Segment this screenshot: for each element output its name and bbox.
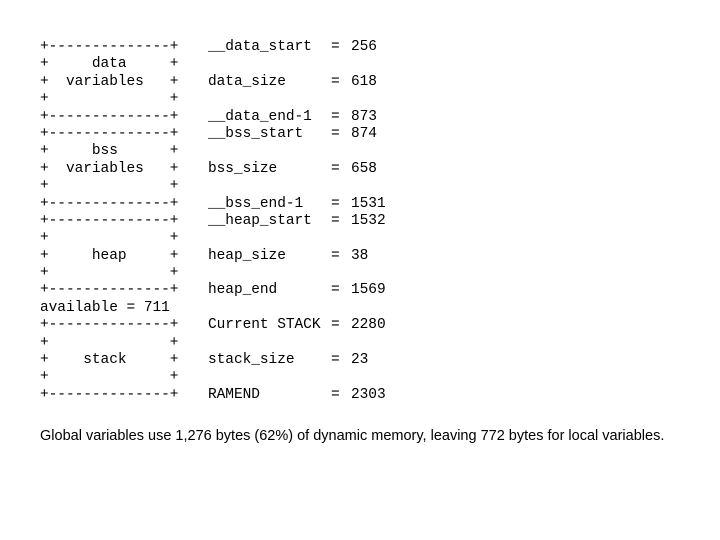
memory-map-symbol-value: 38 xyxy=(351,247,369,264)
memory-map-row: +--------------+ Current STACK = 2280 xyxy=(40,317,386,334)
memory-map-diagram-cell: +--------------+ xyxy=(40,212,179,229)
memory-map-row: + stack + stack_size = 23 xyxy=(40,352,386,369)
memory-map-symbol-label: heap_end xyxy=(208,282,278,299)
memory-map-symbol-label: __bss_end-1 xyxy=(208,195,304,212)
memory-map-row: + + xyxy=(40,91,386,108)
memory-map-symbol-value: 2280 xyxy=(351,317,386,334)
memory-map-symbol-label: RAMEND xyxy=(208,386,260,403)
memory-map-symbol-value: 1531 xyxy=(351,195,386,212)
memory-map-row: +--------------+ heap_end = 1569 xyxy=(40,282,386,299)
memory-map-symbol-value: 2303 xyxy=(351,386,386,403)
memory-map-symbol-label: __heap_start xyxy=(208,212,312,229)
memory-map-diagram-cell: + heap + xyxy=(40,247,179,264)
memory-map-symbol-value: 1532 xyxy=(351,212,386,229)
memory-map-diagram-cell: + + xyxy=(40,178,179,195)
memory-map-row: +--------------+ __data_end-1 = 873 xyxy=(40,109,386,126)
memory-map-symbol-label: __data_end-1 xyxy=(208,108,312,125)
memory-map-diagram-cell: + bss + xyxy=(40,143,179,160)
memory-map-symbol-value: 874 xyxy=(351,125,377,142)
memory-map-row: + + xyxy=(40,335,386,352)
memory-map-row: + data + xyxy=(40,56,386,73)
memory-map-row: +--------------+ __bss_start = 874 xyxy=(40,126,386,143)
memory-map-diagram-cell: +--------------+ xyxy=(40,195,179,212)
memory-map-equals-sign: = xyxy=(331,39,340,55)
memory-map-symbol-label: heap_size xyxy=(208,247,286,264)
memory-map-row: + + xyxy=(40,178,386,195)
memory-map-row: +--------------+ __heap_start = 1532 xyxy=(40,213,386,230)
memory-map-diagram-cell: + variables + xyxy=(40,160,179,177)
memory-map-equals-sign: = xyxy=(331,386,340,403)
memory-map-diagram-cell: + + xyxy=(40,91,179,108)
memory-map-symbol-value: 23 xyxy=(351,352,369,369)
memory-map-equals-sign: = xyxy=(331,125,340,142)
memory-map-symbol-label: stack_size xyxy=(208,352,295,369)
memory-map-row: + + xyxy=(40,265,386,282)
memory-map-diagram-cell: + + xyxy=(40,230,179,247)
memory-map-equals-sign: = xyxy=(331,108,340,125)
memory-map-row: +--------------+ __data_start = 256 xyxy=(40,39,386,56)
memory-map-symbol-value: 873 xyxy=(351,108,377,125)
ascii-memory-map: +--------------+ __data_start = 256 + data +… xyxy=(40,39,386,404)
memory-map-diagram-cell: + + xyxy=(40,265,179,282)
memory-map-diagram-cell: + + xyxy=(40,369,179,386)
memory-map-equals-sign: = xyxy=(331,73,340,90)
memory-summary-text: Global variables use 1,276 bytes (62%) o… xyxy=(40,428,665,444)
memory-map-row: + variables + bss_size = 658 xyxy=(40,161,386,178)
memory-map-row: +--------------+ __bss_end-1 = 1531 xyxy=(40,196,386,213)
memory-map-diagram-cell: + + xyxy=(40,334,179,351)
memory-map-diagram-cell: +--------------+ xyxy=(40,125,179,142)
memory-map-symbol-label: __data_start xyxy=(208,39,312,55)
memory-map-row: + + xyxy=(40,369,386,386)
memory-map-equals-sign: = xyxy=(331,212,340,229)
memory-map-symbol-label: Current STACK xyxy=(208,317,321,334)
memory-map-equals-sign: = xyxy=(331,282,340,299)
memory-map-row: +--------------+ RAMEND = 2303 xyxy=(40,387,386,404)
memory-map-available-line: available = 711 xyxy=(40,299,170,316)
memory-map-symbol-value: 618 xyxy=(351,73,377,90)
memory-map-equals-sign: = xyxy=(331,195,340,212)
memory-map-symbol-label: bss_size xyxy=(208,160,278,177)
memory-map-diagram-cell: + variables + xyxy=(40,73,179,90)
memory-map-diagram-cell: +--------------+ xyxy=(40,282,179,299)
memory-map-diagram-cell: +--------------+ xyxy=(40,317,179,334)
memory-map-row: + bss + xyxy=(40,143,386,160)
memory-map-equals-sign: = xyxy=(331,160,340,177)
memory-map-row: + + xyxy=(40,230,386,247)
memory-map-diagram-cell: +--------------+ xyxy=(40,39,179,55)
memory-map-row: + heap + heap_size = 38 xyxy=(40,248,386,265)
memory-usage-report-page: +--------------+ __data_start = 256 + data +… xyxy=(0,0,720,540)
memory-map-symbol-label: data_size xyxy=(208,73,286,90)
memory-map-row: available = 711 xyxy=(40,300,386,317)
memory-map-equals-sign: = xyxy=(331,352,340,369)
memory-map-diagram-cell: + data + xyxy=(40,56,179,73)
memory-map-symbol-value: 658 xyxy=(351,160,377,177)
memory-map-symbol-value: 256 xyxy=(351,39,377,55)
memory-map-diagram-cell: +--------------+ xyxy=(40,108,179,125)
memory-map-equals-sign: = xyxy=(331,317,340,334)
memory-map-row: + variables + data_size = 618 xyxy=(40,74,386,91)
memory-map-symbol-label: __bss_start xyxy=(208,125,304,142)
memory-map-equals-sign: = xyxy=(331,247,340,264)
memory-map-diagram-cell: + stack + xyxy=(40,352,179,369)
memory-map-diagram-cell: +--------------+ xyxy=(40,386,179,403)
memory-map-symbol-value: 1569 xyxy=(351,282,386,299)
